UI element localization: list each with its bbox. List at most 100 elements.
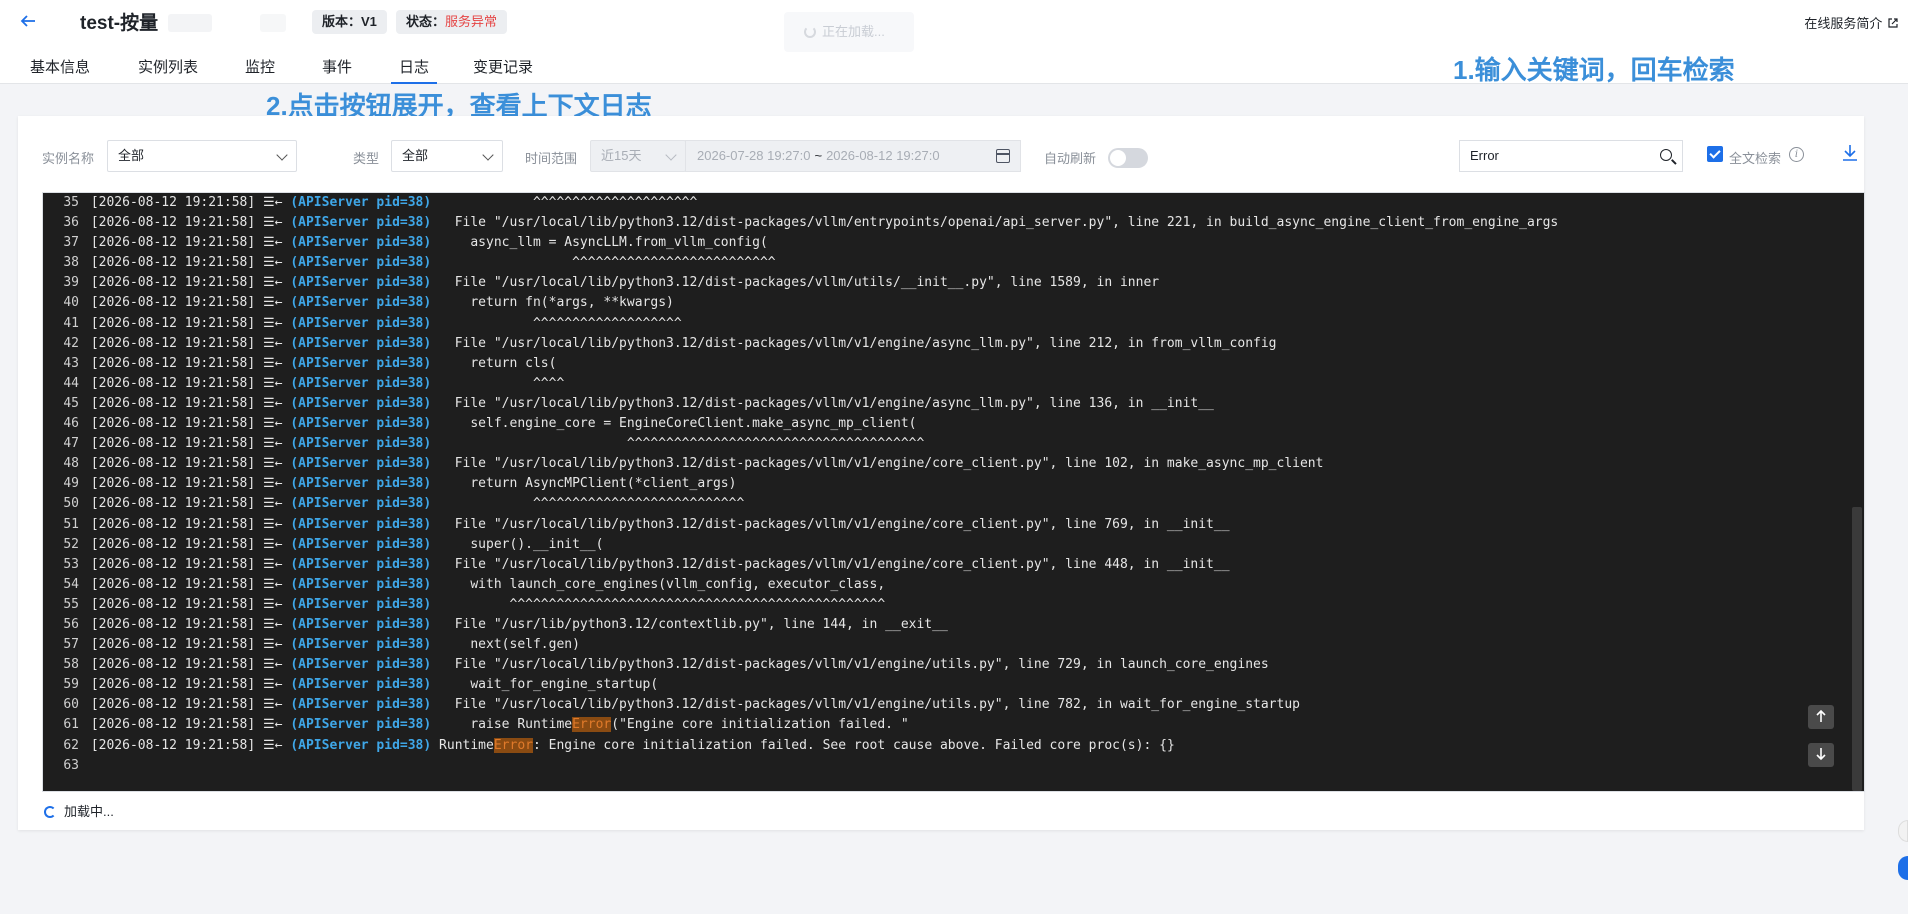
tab-logs[interactable]: 日志 (390, 56, 438, 84)
external-link-icon (1888, 18, 1898, 28)
log-source: (APIServer pid=38) (282, 596, 440, 612)
date-range-picker[interactable]: 2026-07-28 19:27:0 ~2026-08-12 19:27:0 (685, 140, 1021, 172)
log-timestamp: [2026-08-12 19:21:58] (83, 195, 264, 210)
log-timestamp: [2026-08-12 19:21:58] (83, 536, 264, 552)
search-icon[interactable] (1660, 149, 1672, 161)
version-label: 版本： (322, 14, 362, 29)
fulltext-search-checkbox[interactable] (1707, 146, 1723, 162)
status-label: 状态： (406, 14, 446, 29)
auto-refresh-label: 自动刷新 (1044, 151, 1097, 166)
expand-context-icon[interactable]: ☰← (263, 436, 282, 451)
expand-context-icon[interactable]: ☰← (263, 316, 282, 331)
expand-context-icon[interactable]: ☰← (263, 577, 282, 592)
expand-context-icon[interactable]: ☰← (263, 717, 282, 732)
log-line-number: 47 (63, 436, 79, 452)
instance-select[interactable]: 全部 (107, 140, 297, 172)
expand-context-icon[interactable]: ☰← (263, 496, 282, 511)
log-line-number: 35 (63, 195, 79, 210)
floating-help-button[interactable] (1898, 856, 1908, 880)
log-line: 63 (43, 756, 1850, 776)
expand-context-icon[interactable]: ☰← (263, 235, 282, 250)
calendar-icon (996, 149, 1010, 163)
log-timestamp: [2026-08-12 19:21:58] (83, 275, 264, 291)
version-badge: 版本：V1 (312, 10, 387, 34)
log-message: ^^^^^^^^^^^^^^^^^^^^^^^^^^^ (439, 496, 745, 512)
log-timestamp: [2026-08-12 19:21:58] (83, 677, 264, 693)
time-preset-select[interactable]: 近15天 (590, 140, 686, 172)
log-line: 39 [2026-08-12 19:21:58] ☰← (APIServer p… (43, 273, 1850, 293)
log-timestamp: [2026-08-12 19:21:58] (83, 295, 264, 311)
expand-context-icon[interactable]: ☰← (263, 215, 282, 230)
log-scrollbar[interactable] (1850, 193, 1864, 791)
download-icon[interactable] (1840, 142, 1860, 164)
log-line: 52 [2026-08-12 19:21:58] ☰← (APIServer p… (43, 535, 1850, 555)
log-source: (APIServer pid=38) (282, 195, 440, 210)
tab-basic-info[interactable]: 基本信息 (30, 56, 90, 84)
expand-context-icon[interactable]: ☰← (263, 677, 282, 692)
type-filter-label: 类型 (353, 151, 380, 166)
log-source: (APIServer pid=38) (282, 335, 440, 351)
auto-refresh-toggle[interactable] (1108, 148, 1148, 168)
log-line: 46 [2026-08-12 19:21:58] ☰← (APIServer p… (43, 414, 1850, 434)
arrow-down-icon (1816, 748, 1826, 761)
log-line-number: 49 (63, 476, 79, 492)
log-line: 59 [2026-08-12 19:21:58] ☰← (APIServer p… (43, 675, 1850, 695)
tab-change-records[interactable]: 变更记录 (473, 56, 533, 84)
log-line: 38 [2026-08-12 19:21:58] ☰← (APIServer p… (43, 253, 1850, 273)
log-source: (APIServer pid=38) (282, 616, 440, 632)
log-source: (APIServer pid=38) (282, 375, 440, 391)
expand-context-icon[interactable]: ☰← (263, 456, 282, 471)
expand-context-icon[interactable]: ☰← (263, 416, 282, 431)
keyword-search-box (1459, 140, 1683, 172)
log-timestamp: [2026-08-12 19:21:58] (83, 476, 264, 492)
expand-context-icon[interactable]: ☰← (263, 637, 282, 652)
expand-context-icon[interactable]: ☰← (263, 697, 282, 712)
tab-events[interactable]: 事件 (322, 56, 352, 84)
log-line-number: 60 (63, 697, 79, 713)
log-source: (APIServer pid=38) (282, 677, 440, 693)
expand-context-icon[interactable]: ☰← (263, 517, 282, 532)
expand-context-icon[interactable]: ☰← (263, 195, 282, 210)
type-select[interactable]: 全部 (391, 140, 503, 172)
chevron-down-icon (482, 149, 494, 161)
expand-context-icon[interactable]: ☰← (263, 597, 282, 612)
log-source: (APIServer pid=38) (282, 416, 440, 432)
expand-context-icon[interactable]: ☰← (263, 255, 282, 270)
arrow-up-icon (1816, 709, 1826, 722)
expand-context-icon[interactable]: ☰← (263, 376, 282, 391)
expand-context-icon[interactable]: ☰← (263, 738, 282, 753)
log-message: RuntimeError: Engine core initialization… (439, 737, 1175, 753)
log-line-number: 41 (63, 315, 79, 331)
log-message: File "/usr/local/lib/python3.12/dist-pac… (439, 657, 1269, 673)
floating-avatar[interactable] (1898, 820, 1908, 842)
expand-context-icon[interactable]: ☰← (263, 657, 282, 672)
expand-context-icon[interactable]: ☰← (263, 295, 282, 310)
expand-context-icon[interactable]: ☰← (263, 275, 282, 290)
date-range-start: 2026-07-28 19:27:0 (697, 148, 811, 163)
service-intro-link[interactable]: 在线服务简介 (1804, 13, 1898, 32)
log-line: 36 [2026-08-12 19:21:58] ☰← (APIServer p… (43, 213, 1850, 233)
expand-context-icon[interactable]: ☰← (263, 476, 282, 491)
tab-monitoring[interactable]: 监控 (245, 56, 275, 84)
info-icon[interactable]: i (1789, 147, 1804, 162)
log-line: 42 [2026-08-12 19:21:58] ☰← (APIServer p… (43, 334, 1850, 354)
expand-context-icon[interactable]: ☰← (263, 396, 282, 411)
expand-context-icon[interactable]: ☰← (263, 617, 282, 632)
log-message: ^^^^^^^^^^^^^^^^^^^^^^^^^^^^^^^^^^^^^^ (439, 436, 925, 452)
expand-context-icon[interactable]: ☰← (263, 537, 282, 552)
log-line: 48 [2026-08-12 19:21:58] ☰← (APIServer p… (43, 454, 1850, 474)
log-viewer[interactable]: 35 [2026-08-12 19:21:58] ☰← (APIServer p… (42, 192, 1865, 792)
tab-instance-list[interactable]: 实例列表 (138, 56, 198, 84)
expand-context-icon[interactable]: ☰← (263, 336, 282, 351)
expand-context-icon[interactable]: ☰← (263, 557, 282, 572)
log-line-number: 58 (63, 657, 79, 673)
loading-spinner-icon (804, 26, 816, 38)
expand-context-icon[interactable]: ☰← (263, 356, 282, 371)
keyword-search-input[interactable] (1470, 148, 1650, 163)
back-arrow-icon[interactable] (14, 12, 42, 36)
scroll-bottom-button[interactable] (1808, 743, 1834, 767)
scroll-top-button[interactable] (1808, 705, 1834, 729)
log-line-number: 63 (63, 757, 79, 773)
log-line-number: 45 (63, 395, 79, 411)
scrollbar-thumb[interactable] (1852, 507, 1862, 791)
